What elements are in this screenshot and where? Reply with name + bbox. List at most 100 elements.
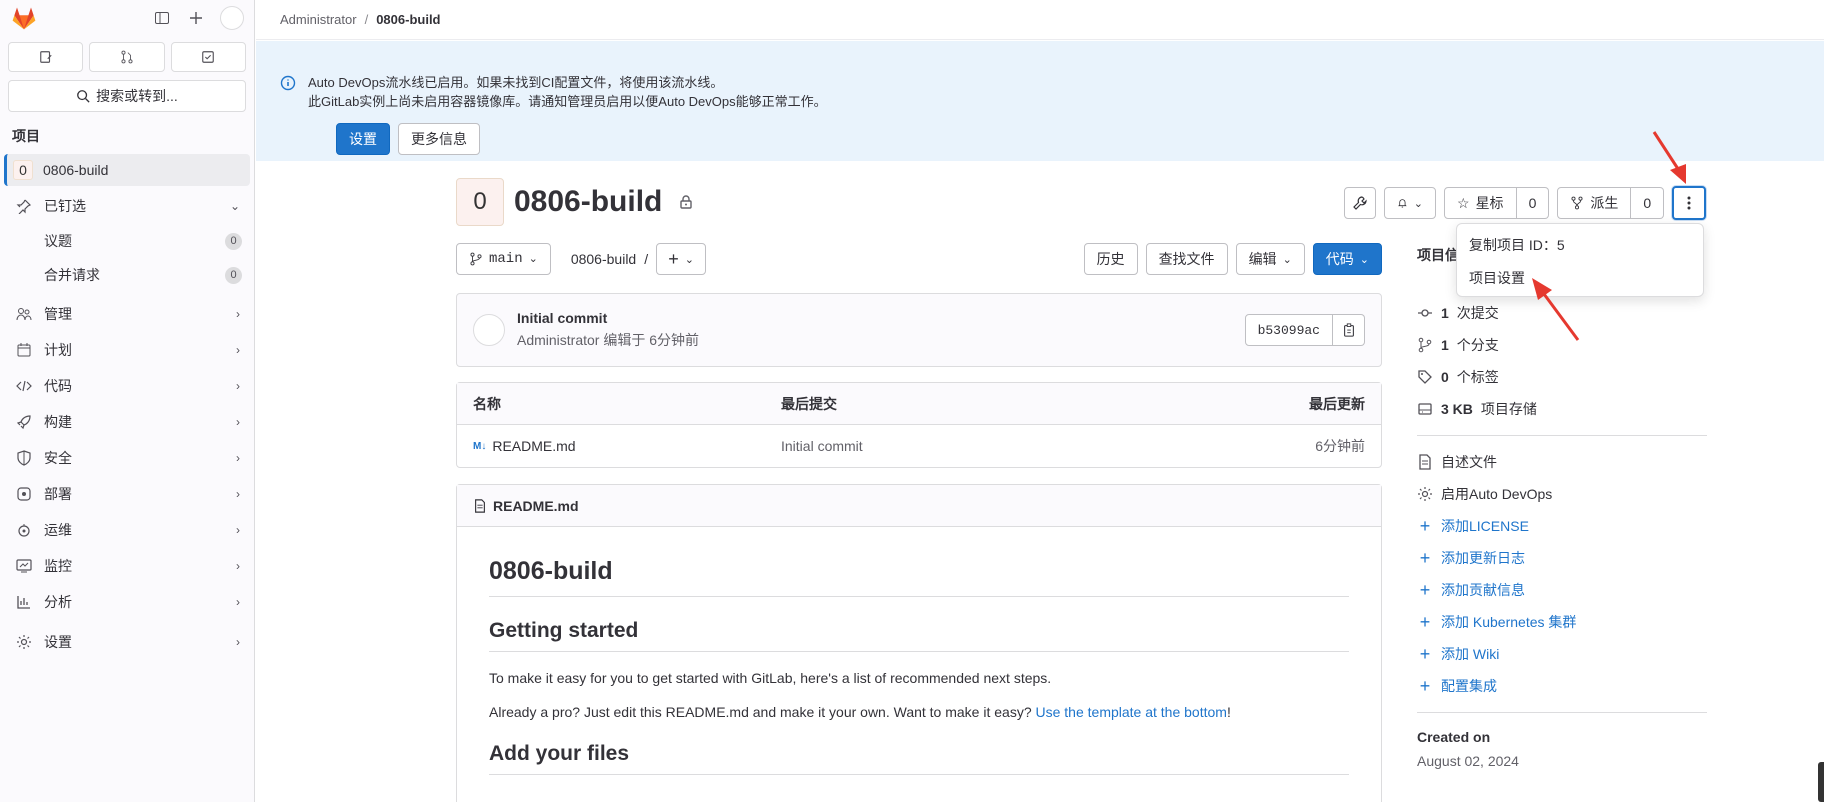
notifications-dropdown-button[interactable]: ⌄: [1384, 187, 1436, 219]
sidebar-item-label: 运维: [44, 522, 72, 538]
copy-project-id-item[interactable]: 复制项目 ID：5: [1457, 228, 1703, 261]
add-contributing-link[interactable]: + 添加贡献信息: [1417, 574, 1707, 606]
plus-icon: +: [1419, 579, 1431, 600]
find-file-button[interactable]: 查找文件: [1145, 243, 1228, 275]
commits-label: 次提交: [1456, 305, 1499, 321]
sidebar-item-manage[interactable]: 管理 ›: [0, 296, 254, 332]
commit-sha-button[interactable]: b53099ac: [1244, 314, 1333, 346]
copy-sha-button[interactable]: [1333, 314, 1365, 346]
analytics-icon: [17, 596, 30, 609]
sidebar-subitem-merge-requests[interactable]: 合并请求 0: [0, 258, 254, 292]
commit-author-avatar[interactable]: [473, 314, 505, 346]
merge-requests-shortcut-button[interactable]: [89, 42, 165, 72]
sidebar-project-item[interactable]: 0 0806-build: [4, 154, 250, 186]
readme-link[interactable]: 自述文件: [1417, 446, 1707, 478]
clipboard-icon: [1343, 323, 1354, 337]
scrollbar-handle[interactable]: [1818, 762, 1824, 802]
file-tree-table: 名称 最后提交 最后更新 M↓ README.md Initial commit…: [456, 382, 1382, 468]
add-wiki-link[interactable]: + 添加 Wiki: [1417, 638, 1707, 670]
breadcrumb-current[interactable]: 0806-build: [376, 12, 440, 27]
add-contributing-label: 添加贡献信息: [1441, 582, 1525, 598]
chevron-right-icon: ›: [236, 487, 240, 501]
sidebar-item-monitor[interactable]: 监控 ›: [0, 548, 254, 584]
tags-label: 个标签: [1456, 369, 1499, 385]
commit-meta: Administrator 编辑于 6分钟前: [517, 332, 700, 348]
annotation-arrow-up: [1532, 278, 1580, 341]
more-actions-button[interactable]: [1672, 186, 1707, 220]
banner-settings-button[interactable]: 设置: [336, 123, 390, 155]
sidebar-item-settings[interactable]: 设置 ›: [0, 624, 254, 660]
shield-icon: [17, 450, 31, 466]
add-license-link[interactable]: + 添加LICENSE: [1417, 510, 1707, 542]
file-name-link[interactable]: README.md: [492, 438, 575, 454]
wrench-icon: [1353, 196, 1367, 210]
edit-dropdown-button[interactable]: 编辑 ⌄: [1235, 243, 1305, 275]
configure-integrations-link[interactable]: + 配置集成: [1417, 670, 1707, 702]
gitlab-logo-icon[interactable]: [10, 4, 38, 32]
sidebar-toggle-icon[interactable]: [152, 8, 172, 28]
sidebar-item-build[interactable]: 构建 ›: [0, 404, 254, 440]
search-button[interactable]: 搜索或转到...: [8, 80, 246, 112]
commit-title-link[interactable]: Initial commit: [517, 310, 699, 326]
table-row[interactable]: M↓ README.md Initial commit 6分钟前: [457, 425, 1381, 467]
breadcrumb-parent-link[interactable]: Administrator: [280, 12, 357, 27]
star-button[interactable]: ☆ 星标: [1444, 187, 1517, 219]
add-changelog-link[interactable]: + 添加更新日志: [1417, 542, 1707, 574]
user-avatar[interactable]: [220, 6, 244, 30]
admin-wrench-button[interactable]: [1344, 187, 1376, 219]
todos-shortcut-button[interactable]: [170, 42, 246, 72]
tags-count-link[interactable]: 0 个标签: [1417, 361, 1707, 393]
pin-icon: [16, 199, 32, 214]
auto-devops-label: 启用Auto DevOps: [1441, 486, 1553, 502]
merge-request-icon: [121, 50, 133, 64]
fork-button[interactable]: 派生: [1557, 187, 1632, 219]
plus-icon: +: [1419, 643, 1431, 664]
sidebar-subitem-label: 合并请求: [44, 267, 100, 283]
sidebar-item-label: 已钉选: [44, 198, 86, 214]
star-count[interactable]: 0: [1516, 187, 1550, 219]
readme-paragraph-1: To make it easy for you to get started w…: [489, 670, 1052, 686]
sidebar-item-deploy[interactable]: 部署 ›: [0, 476, 254, 512]
project-header: 0 0806-build: [456, 178, 694, 226]
branch-selector[interactable]: main ⌄: [456, 243, 551, 275]
page-title: 0806-build: [514, 185, 663, 218]
add-kubernetes-link[interactable]: + 添加 Kubernetes 集群: [1417, 606, 1707, 638]
fork-count[interactable]: 0: [1631, 187, 1665, 219]
add-wiki-label: 添加 Wiki: [1441, 646, 1500, 662]
banner-more-info-button[interactable]: 更多信息: [398, 123, 480, 155]
sidebar-item-operate[interactable]: 运维 ›: [0, 512, 254, 548]
storage-link[interactable]: 3 KB 项目存储: [1417, 393, 1707, 425]
sidebar-item-label: 代码: [44, 378, 72, 394]
gear-icon: [1418, 487, 1432, 501]
file-commit-link[interactable]: Initial commit: [781, 438, 1315, 454]
markdown-file-icon: M↓: [473, 440, 487, 452]
readme-paragraph-2: Already a pro? Just edit this README.md …: [489, 704, 1349, 720]
template-link[interactable]: Use the template at the bottom: [1036, 704, 1227, 720]
readme-filename-link[interactable]: README.md: [493, 498, 579, 514]
sidebar-subitem-issues[interactable]: 议题 0: [0, 224, 254, 258]
history-button[interactable]: 历史: [1083, 243, 1138, 275]
gear-icon: [17, 635, 31, 649]
breadcrumb-separator: /: [364, 12, 369, 27]
issues-shortcut-button[interactable]: [8, 42, 84, 72]
sidebar-item-analyze[interactable]: 分析 ›: [0, 584, 254, 620]
sidebar-item-code[interactable]: 代码 ›: [0, 368, 254, 404]
created-on-label: Created on: [1417, 729, 1491, 745]
count-badge: 0: [225, 232, 242, 250]
code-icon: [16, 380, 32, 392]
sidebar-header: [0, 0, 254, 36]
project-avatar: 0: [456, 178, 504, 226]
repo-path-link[interactable]: 0806-build: [571, 251, 636, 267]
sidebar-item-plan[interactable]: 计划 ›: [0, 332, 254, 368]
branch-icon: [470, 252, 482, 266]
annotation-arrow-down: [1652, 131, 1686, 184]
chevron-right-icon: ›: [236, 307, 240, 321]
sidebar-item-secure[interactable]: 安全 ›: [0, 440, 254, 476]
add-to-tree-button[interactable]: + ⌄: [656, 243, 707, 275]
sidebar-item-pinned[interactable]: 已钉选 ⌄: [0, 188, 254, 224]
code-dropdown-button[interactable]: 代码 ⌄: [1312, 243, 1382, 275]
plus-icon[interactable]: [186, 8, 206, 28]
sidebar: 搜索或转到... 项目 0 0806-build 已钉选 ⌄ 议题 0 合并请求…: [0, 0, 255, 802]
auto-devops-link[interactable]: 启用Auto DevOps: [1417, 478, 1707, 510]
file-icon: [475, 498, 485, 513]
